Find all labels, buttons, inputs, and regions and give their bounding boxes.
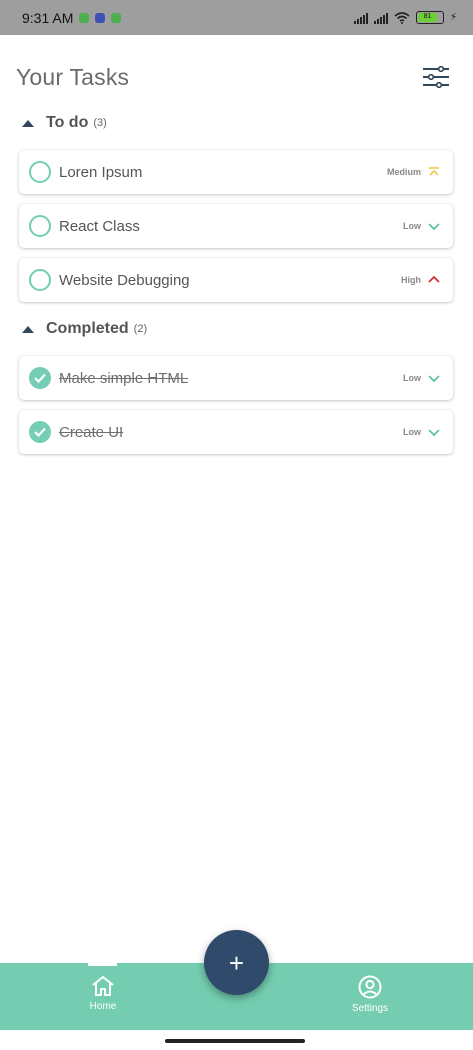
status-time: 9:31 AM [22, 9, 74, 26]
gesture-area [0, 1030, 473, 1050]
header: Your Tasks [16, 55, 451, 99]
filter-button[interactable] [421, 62, 451, 92]
sliders-icon [423, 66, 449, 88]
task-card[interactable]: Create UI Low [19, 410, 453, 454]
section-header-todo[interactable]: To do (3) [22, 114, 107, 132]
task-card[interactable]: Website Debugging High [19, 258, 453, 302]
task-name: React Class [59, 217, 140, 235]
priority-low-icon [427, 219, 441, 233]
priority-high-icon [427, 273, 441, 287]
battery-icon: 81 [415, 11, 444, 24]
task-name: Website Debugging [59, 271, 190, 289]
priority-label: Low [403, 427, 421, 437]
priority-label: Medium [386, 167, 421, 177]
complete-checkbox[interactable] [29, 269, 51, 291]
section-header-completed[interactable]: Completed (2) [22, 320, 147, 338]
completed-checkbox[interactable] [29, 367, 51, 389]
signal-icon [373, 12, 388, 24]
task-name: Loren Ipsum [59, 163, 143, 181]
checkmark-icon [34, 373, 46, 383]
notification-icons [79, 12, 122, 23]
add-task-button[interactable]: + [204, 930, 269, 995]
priority-label: High [401, 275, 421, 285]
notification-icon [95, 12, 106, 23]
priority-low-icon [427, 425, 441, 439]
collapse-caret-icon [22, 325, 34, 333]
task-name: Make simple HTML [59, 369, 189, 387]
section-count: (3) [93, 117, 107, 129]
battery-level: 81 [417, 13, 438, 22]
task-card[interactable]: React Class Low [19, 204, 453, 248]
task-card[interactable]: Make simple HTML Low [19, 356, 453, 400]
complete-checkbox[interactable] [29, 215, 51, 237]
nav-settings[interactable]: Settings [335, 975, 405, 1014]
status-bar: 9:31 AM 81 ⚡ [0, 0, 473, 35]
active-tab-indicator [88, 963, 117, 966]
home-gesture-bar[interactable] [165, 1039, 305, 1043]
notification-icon [79, 12, 90, 23]
nav-home[interactable]: Home [68, 975, 138, 1012]
home-icon [92, 976, 114, 996]
task-name: Create UI [59, 423, 124, 441]
notification-icon [111, 12, 122, 23]
section-title: To do [46, 114, 89, 131]
user-circle-icon [358, 975, 382, 999]
priority-medium-icon [427, 165, 441, 179]
priority-label: Low [403, 221, 421, 231]
todo-list: Loren Ipsum Medium React Class Low Websi… [19, 150, 453, 312]
priority-low-icon [427, 371, 441, 385]
signal-icon [353, 12, 368, 24]
charging-icon: ⚡ [449, 12, 457, 23]
complete-checkbox[interactable] [29, 161, 51, 183]
task-card[interactable]: Loren Ipsum Medium [19, 150, 453, 194]
collapse-caret-icon [22, 119, 34, 127]
nav-label: Home [89, 1001, 117, 1012]
completed-list: Make simple HTML Low Create UI Low [19, 356, 453, 464]
plus-icon: + [228, 947, 245, 978]
section-title: Completed [46, 320, 129, 337]
section-count: (2) [133, 323, 148, 335]
status-indicators: 81 ⚡ [353, 11, 457, 24]
nav-label: Settings [351, 1003, 389, 1014]
page-title: Your Tasks [16, 63, 130, 90]
wifi-icon [394, 11, 410, 24]
checkmark-icon [34, 427, 46, 437]
completed-checkbox[interactable] [29, 421, 51, 443]
priority-label: Low [403, 373, 421, 383]
